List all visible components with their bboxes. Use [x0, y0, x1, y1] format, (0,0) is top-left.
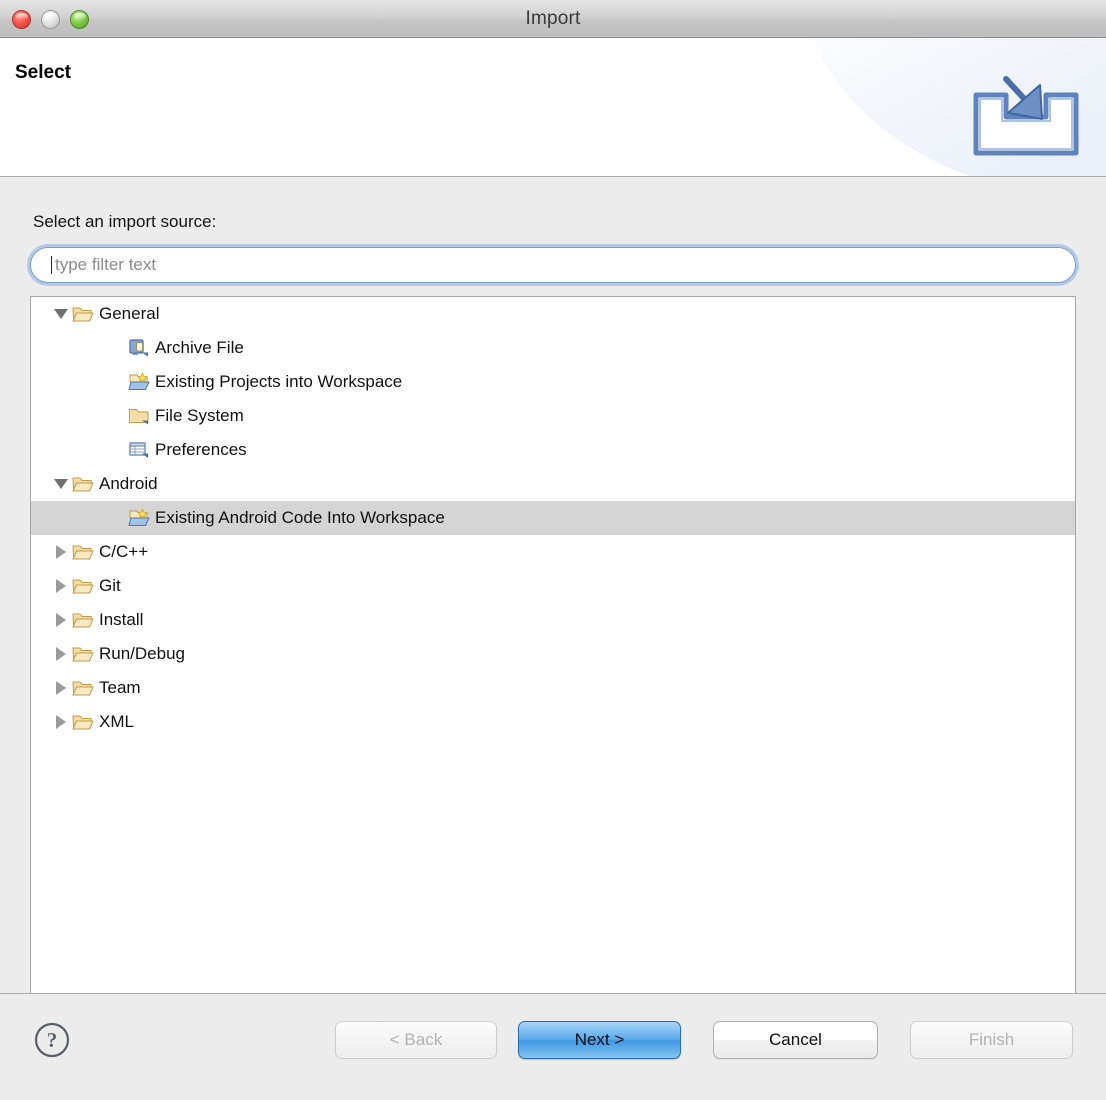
open-folder-icon: [72, 610, 94, 630]
archive-file-icon: [128, 338, 150, 358]
import-project-icon: [128, 508, 150, 528]
preferences-icon: [128, 440, 150, 460]
back-button: < Back: [335, 1021, 497, 1059]
chevron-right-icon[interactable]: [50, 579, 72, 593]
import-dialog-window: Import Select Select an import source: t…: [0, 0, 1106, 1100]
open-folder-icon: [72, 576, 94, 596]
chevron-right-icon[interactable]: [50, 613, 72, 627]
tree-item-xml[interactable]: XML: [31, 705, 1075, 739]
chevron-right-icon[interactable]: [50, 545, 72, 559]
folder-icon: [128, 406, 150, 426]
tree-item-existing-android-code-into-workspace[interactable]: Existing Android Code Into Workspace: [31, 501, 1075, 535]
tree-item-install[interactable]: Install: [31, 603, 1075, 637]
tree-item-label: Existing Android Code Into Workspace: [155, 508, 445, 527]
tree-item-archive-file[interactable]: Archive File: [31, 331, 1075, 365]
chevron-right-icon[interactable]: [50, 715, 72, 729]
tree-item-label: General: [99, 304, 160, 323]
import-project-icon: [128, 372, 150, 392]
import-source-tree[interactable]: General Archive File Existing Projects int…: [30, 296, 1076, 1048]
open-folder-icon: [72, 542, 94, 562]
chevron-right-icon[interactable]: [50, 647, 72, 661]
tree-item-label: Existing Projects into Workspace: [155, 372, 403, 391]
chevron-right-icon[interactable]: [50, 681, 72, 695]
filter-input[interactable]: type filter text: [30, 247, 1076, 283]
tree-item-label: Run/Debug: [99, 644, 186, 663]
dialog-button-bar: ? < Back Next > Cancel Finish: [0, 993, 1106, 1099]
tree-item-label: File System: [155, 406, 244, 425]
tree-item-file-system[interactable]: File System: [31, 399, 1075, 433]
tree-item-label: Archive File: [155, 338, 244, 357]
tree-item-label: Git: [99, 576, 121, 595]
filter-placeholder-text: type filter text: [55, 255, 157, 274]
tree-item-label: Preferences: [155, 440, 247, 459]
dialog-body: Select an import source: type filter tex…: [0, 177, 1106, 1048]
open-folder-icon: [72, 678, 94, 698]
tree-item-preferences[interactable]: Preferences: [31, 433, 1075, 467]
tree-item-label: XML: [99, 712, 134, 731]
text-caret: [51, 256, 52, 274]
tree-item-git[interactable]: Git: [31, 569, 1075, 603]
tree-item-existing-projects-into-workspace[interactable]: Existing Projects into Workspace: [31, 365, 1075, 399]
tree-item-label: Install: [99, 610, 144, 629]
import-wizard-icon: [973, 76, 1079, 156]
tree-item-label: Team: [99, 678, 141, 697]
tree-item-team[interactable]: Team: [31, 671, 1075, 705]
tree-item-run-debug[interactable]: Run/Debug: [31, 637, 1075, 671]
tree-item-general[interactable]: General: [31, 297, 1075, 331]
open-folder-icon: [72, 304, 94, 324]
help-question-icon[interactable]: ?: [32, 1020, 72, 1060]
tree-item-label: C/C++: [99, 542, 149, 561]
open-folder-icon: [72, 712, 94, 732]
tree-item-label: Android: [99, 474, 158, 493]
svg-text:?: ?: [47, 1028, 58, 1052]
cancel-button[interactable]: Cancel: [713, 1021, 878, 1059]
import-source-label: Select an import source:: [33, 212, 217, 231]
chevron-down-icon[interactable]: [50, 479, 72, 489]
next-button[interactable]: Next >: [518, 1021, 681, 1059]
window-titlebar: Import: [0, 0, 1106, 38]
tree-item-android[interactable]: Android: [31, 467, 1075, 501]
chevron-down-icon[interactable]: [50, 309, 72, 319]
window-title: Import: [525, 8, 581, 29]
open-folder-icon: [72, 474, 94, 494]
page-title: Select: [15, 62, 71, 83]
open-folder-icon: [72, 644, 94, 664]
finish-button: Finish: [910, 1021, 1073, 1059]
filter-field-wrapper: type filter text: [30, 247, 1076, 283]
wizard-header: Select: [0, 38, 1106, 177]
tree-item-c-c[interactable]: C/C++: [31, 535, 1075, 569]
